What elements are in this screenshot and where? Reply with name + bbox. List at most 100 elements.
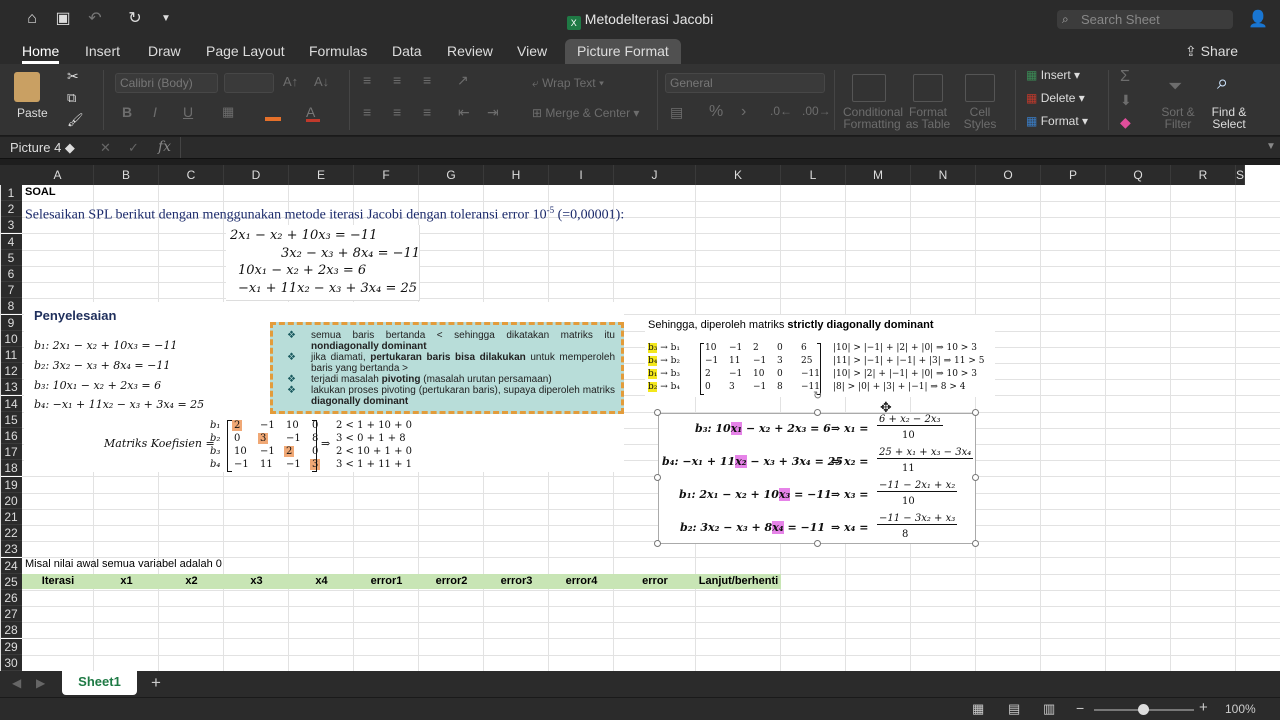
column-header-p[interactable]: P [1041,165,1106,185]
format-as-table-button[interactable]: Format as Table [905,106,951,130]
rotate-handle-icon[interactable]: ↻ [813,389,822,402]
align-left-icon[interactable]: ≡ [363,104,371,120]
column-header-a[interactable]: A [22,165,94,185]
row-header-26[interactable]: 26 [0,590,22,606]
decrease-indent-icon[interactable]: ⇤ [458,104,470,121]
column-header-d[interactable]: D [224,165,289,185]
row-header-25[interactable]: 25 [0,573,22,590]
decrease-font-icon[interactable]: A↓ [314,74,329,89]
user-icon[interactable]: 👤 [1248,9,1268,29]
zoom-level[interactable]: 100% [1225,702,1256,716]
sheet-tab-sheet1[interactable]: Sheet1 [62,671,137,695]
format-table-icon[interactable] [913,74,943,102]
row-header-7[interactable]: 7 [0,282,22,299]
tab-review[interactable]: Review [447,42,493,64]
column-header-c[interactable]: C [159,165,224,185]
select-all-corner[interactable] [0,165,22,185]
table-header-error2[interactable]: error2 [419,574,484,589]
table-header-iterasi[interactable]: Iterasi [22,574,94,589]
column-header-m[interactable]: M [846,165,911,185]
row-header-27[interactable]: 27 [0,606,22,623]
column-header-e[interactable]: E [289,165,354,185]
table-header-error[interactable]: error [614,574,696,589]
resize-handle[interactable] [654,540,661,547]
conditional-formatting-icon[interactable] [852,74,886,102]
align-top-icon[interactable]: ≡ [363,72,371,88]
comma-icon[interactable]: › [741,103,746,121]
copy-icon[interactable]: ⧉ [67,90,76,106]
zoom-in-icon[interactable]: + [1199,699,1208,716]
page-layout-view-icon[interactable]: ▤ [1008,701,1020,717]
format-cells-button[interactable]: ▦ Format ▾ [1026,114,1088,128]
increase-decimal-icon[interactable]: .0← [770,104,792,118]
row-header-5[interactable]: 5 [0,249,22,266]
cell-a1[interactable]: SOAL [25,186,56,198]
column-header-f[interactable]: F [354,165,419,185]
tab-home[interactable]: Home [22,42,60,64]
fx-icon[interactable]: fx [158,139,171,155]
tab-picture-format[interactable]: Picture Format [565,39,681,64]
italic-icon[interactable]: I [153,104,157,120]
column-header-j[interactable]: J [614,165,696,185]
delete-cells-button[interactable]: ▦ Delete ▾ [1026,91,1085,105]
table-header-x1[interactable]: x1 [94,574,159,589]
find-select-button[interactable]: Find & Select [1210,106,1248,130]
row-header-28[interactable]: 28 [0,622,22,639]
column-header-q[interactable]: Q [1106,165,1171,185]
sort-filter-icon[interactable]: ⏷ [1168,76,1182,97]
find-icon[interactable]: ⌕ [1217,72,1228,95]
row-header-16[interactable]: 16 [0,428,22,444]
increase-indent-icon[interactable]: ⇥ [487,104,499,121]
table-header-x3[interactable]: x3 [224,574,289,589]
row-header-19[interactable]: 19 [0,476,22,493]
format-painter-icon[interactable]: 🖌 [67,112,84,128]
table-header-lanjut-berhenti[interactable]: Lanjut/berhenti [696,574,781,589]
column-header-l[interactable]: L [781,165,846,185]
clear-icon[interactable]: ◆ [1120,114,1131,131]
enter-icon[interactable]: ✓ [128,140,139,156]
paste-button[interactable]: Paste [17,106,48,120]
formula-input[interactable] [180,137,1260,158]
row-header-10[interactable]: 10 [0,330,22,347]
zoom-slider-thumb[interactable] [1138,704,1149,715]
spl-equations-image[interactable]: 2x₁ − x₂ + 10x₃ = −11 3x₂ − x₃ + 8x₄ = −… [226,225,420,301]
prev-sheet-icon[interactable]: ◀ [12,676,21,690]
column-header-b[interactable]: B [94,165,159,185]
resize-handle[interactable] [654,474,661,481]
table-header-x4[interactable]: x4 [289,574,354,589]
row-header-13[interactable]: 13 [0,379,22,396]
font-color-icon[interactable]: A [306,104,320,122]
cancel-icon[interactable]: ✕ [100,140,111,156]
autosum-icon[interactable]: Σ [1120,68,1130,86]
table-header-error4[interactable]: error4 [549,574,614,589]
row-header-8[interactable]: 8 [0,298,22,315]
cell-styles-icon[interactable] [965,74,995,102]
pivoting-note-box[interactable]: semua baris bertanda < sehingga dikataka… [270,322,624,414]
fill-icon[interactable]: ⬇ [1120,92,1132,109]
column-header-h[interactable]: H [484,165,549,185]
resize-handle[interactable] [814,409,821,416]
sort-filter-button[interactable]: Sort & Filter [1160,106,1196,130]
tab-formulas[interactable]: Formulas [309,42,367,64]
orientation-icon[interactable]: ↗ [457,72,469,89]
jacobi-formula-image[interactable]: b₃: 10x₁ − x₂ + 2x₃ = 6 ⇒ x₁ = 6 + x₂ − 2x… [658,413,976,544]
column-header-r[interactable]: R [1171,165,1236,185]
table-header-x2[interactable]: x2 [159,574,224,589]
decrease-decimal-icon[interactable]: .00→ [802,104,831,118]
next-sheet-icon[interactable]: ▶ [36,676,45,690]
row-header-29[interactable]: 29 [0,638,22,655]
column-header-k[interactable]: K [696,165,781,185]
page-break-view-icon[interactable]: ▥ [1043,701,1055,717]
worksheet-grid[interactable]: ABCDEFGHIJKLMNOPQRS 1 2 3 4 5 6 7 8 9 10 11 12 13 14 1… [0,165,1280,671]
row-header-17[interactable]: 17 [0,444,22,461]
paste-icon[interactable] [14,72,40,102]
add-sheet-icon[interactable]: + [151,673,161,693]
tab-page-layout[interactable]: Page Layout [206,42,285,64]
tab-data[interactable]: Data [392,42,422,64]
conditional-formatting-button[interactable]: Conditional Formatting [843,106,903,130]
borders-icon[interactable]: ▦ [222,104,234,120]
align-middle-icon[interactable]: ≡ [393,72,401,88]
cut-icon[interactable]: ✂ [67,68,79,85]
cell-styles-button[interactable]: Cell Styles [962,106,998,130]
font-size-select[interactable] [224,73,274,93]
